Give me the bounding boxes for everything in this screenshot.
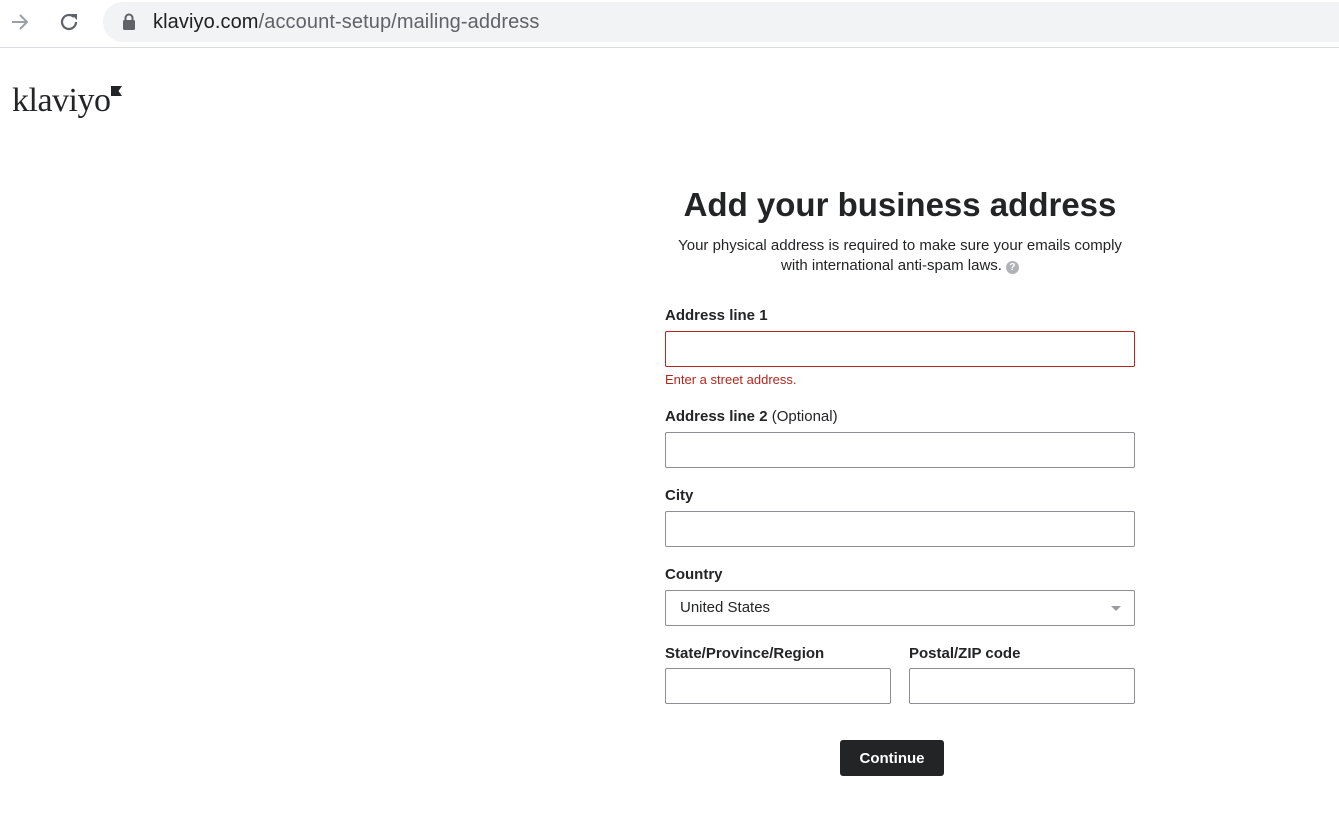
klaviyo-logo[interactable]: klaviyo — [12, 82, 123, 122]
city-label: City — [665, 487, 694, 504]
form-header: Add your business address Your physical … — [665, 185, 1135, 276]
page-subtitle: Your physical address is required to mak… — [665, 236, 1135, 276]
chevron-down-icon — [1111, 606, 1121, 611]
url-text: klaviyo.com/account-setup/mailing-addres… — [153, 11, 540, 33]
logo-text: klaviyo — [12, 82, 111, 119]
logo-flag-icon — [111, 86, 123, 96]
url-host: klaviyo.com — [153, 11, 259, 33]
address-bar[interactable]: klaviyo.com/account-setup/mailing-addres… — [103, 2, 1339, 42]
forward-button[interactable] — [4, 6, 36, 38]
browser-toolbar: klaviyo.com/account-setup/mailing-addres… — [0, 0, 1339, 48]
reload-icon — [60, 13, 78, 31]
address-line-1-error: Enter a street address. — [665, 372, 797, 387]
country-select[interactable]: United States — [665, 590, 1135, 626]
city-input[interactable] — [665, 511, 1135, 547]
optional-tag: (Optional) — [771, 408, 838, 425]
page-title: Add your business address — [683, 186, 1117, 223]
address-line-1-input[interactable] — [665, 331, 1135, 367]
address-line-2-label: Address line 2 (Optional) — [665, 408, 838, 426]
country-label: Country — [665, 566, 723, 583]
help-icon[interactable]: ? — [1005, 261, 1019, 274]
address-line-2-label-text: Address line 2 — [665, 408, 768, 425]
state-input[interactable] — [665, 668, 891, 704]
state-label: State/Province/Region — [665, 645, 825, 662]
arrow-right-icon — [12, 14, 29, 30]
address-line-2-input[interactable] — [665, 432, 1135, 468]
country-selected-value: United States — [680, 599, 771, 616]
lock-icon — [123, 13, 135, 30]
url-path: /account-setup/mailing-address — [258, 11, 540, 33]
reload-button[interactable] — [53, 6, 85, 38]
address-line-1-label: Address line 1 — [665, 307, 768, 324]
subtitle-text: Your physical address is required to mak… — [678, 237, 1122, 274]
postal-code-input[interactable] — [909, 668, 1135, 704]
continue-button[interactable]: Continue — [840, 740, 944, 776]
postal-code-label: Postal/ZIP code — [909, 645, 1021, 662]
